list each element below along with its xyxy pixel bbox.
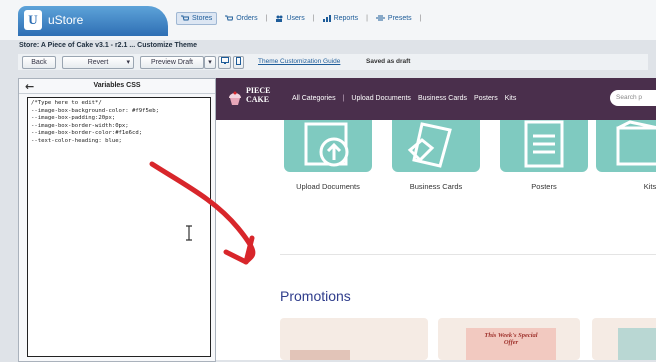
category-label-posters[interactable]: Posters [494, 182, 594, 191]
app-header: U uStore Stores Orders | Users | Reports… [0, 0, 656, 40]
section-divider [280, 254, 656, 255]
phone-icon [236, 57, 241, 65]
site-header: PIECE CAKE All Categories | Upload Docum… [216, 78, 656, 120]
business-card-icon [407, 122, 452, 168]
monitor-icon [220, 57, 229, 64]
site-logo[interactable]: PIECE CAKE [246, 86, 270, 104]
promotions-heading: Promotions [280, 288, 351, 304]
promo-image [618, 328, 656, 360]
site-search-input[interactable]: Search p [610, 90, 656, 106]
back-arrow-icon[interactable]: ← [25, 80, 34, 93]
chevron-down-icon: ▾ [126, 59, 130, 66]
save-status: Saved as draft [366, 58, 411, 65]
promo-line-2: Offer [503, 339, 519, 346]
variables-css-panel: Variables CSS ← /*Type here to edit*/ --… [18, 78, 216, 362]
breadcrumb: Store: A Piece of Cake v3.1 - r2.1 ... C… [19, 42, 198, 49]
promo-line-1: This Week's Special [484, 332, 538, 339]
desktop-view-button[interactable] [218, 56, 231, 69]
promo-image [290, 350, 350, 360]
cupcake-icon [229, 91, 241, 105]
nav-separator: | [342, 95, 345, 102]
nav-separator: | [366, 15, 368, 22]
nav-separator: | [419, 15, 422, 22]
logo-line-1: PIECE [246, 86, 271, 95]
toolbar: Back Revert ▾ Preview Draft ▾ Theme Cust… [18, 54, 648, 70]
category-label-kits[interactable]: Kits [600, 182, 656, 191]
theme-guide-link[interactable]: Theme Customization Guide [258, 58, 340, 65]
css-editor[interactable]: /*Type here to edit*/ --image-box-backgr… [27, 97, 211, 357]
app-logo-tab[interactable]: U uStore [18, 6, 168, 36]
promo-card[interactable] [592, 318, 656, 360]
nav-presets[interactable]: Presets [372, 13, 416, 24]
promo-offer-text: This Week's Special Offer [466, 332, 556, 346]
category-tile-posters[interactable] [500, 120, 588, 172]
nav-stores-label: Stores [192, 15, 213, 22]
main-nav: Stores Orders | Users | Reports | Preset… [176, 12, 421, 25]
users-icon [276, 15, 283, 22]
poster-icon [524, 120, 564, 168]
mobile-view-button[interactable] [233, 56, 244, 69]
cart-icon [181, 15, 189, 21]
site-nav-links: All Categories | Upload Documents Busine… [292, 95, 516, 102]
cart-icon [225, 15, 234, 21]
revert-label: Revert [87, 59, 109, 66]
upload-icon [304, 122, 349, 167]
preview-dropdown-button[interactable]: ▾ [204, 56, 216, 69]
category-label-business-cards[interactable]: Business Cards [386, 182, 486, 191]
nav-presets-label: Presets [387, 15, 412, 22]
nav-separator: | [312, 15, 315, 22]
panel-header: Variables CSS ← [19, 79, 215, 94]
chart-icon [322, 15, 331, 22]
category-tile-kits[interactable] [596, 120, 656, 172]
site-link-kits[interactable]: Kits [505, 95, 517, 102]
site-link-posters[interactable]: Posters [474, 95, 498, 102]
revert-button[interactable]: Revert ▾ [62, 56, 134, 69]
preset-icon [375, 15, 385, 21]
site-link-business-cards[interactable]: Business Cards [418, 95, 467, 102]
preview-draft-button[interactable]: Preview Draft [140, 56, 204, 69]
search-placeholder: Search p [616, 94, 643, 101]
category-label-upload[interactable]: Upload Documents [278, 182, 378, 191]
nav-reports[interactable]: Reports [319, 13, 363, 24]
nav-orders-label: Orders [236, 15, 258, 22]
nav-users[interactable]: Users [271, 13, 308, 24]
site-link-all-categories[interactable]: All Categories [292, 95, 336, 102]
nav-separator: | [265, 15, 268, 22]
text-cursor-icon [186, 225, 192, 241]
category-tile-business-cards[interactable] [392, 120, 480, 172]
nav-stores[interactable]: Stores [176, 12, 218, 25]
promo-card[interactable] [280, 318, 428, 360]
category-tile-upload[interactable] [284, 120, 372, 172]
nav-reports-label: Reports [333, 15, 359, 22]
ustore-logo-icon: U [24, 10, 42, 30]
kit-box-icon [616, 120, 656, 166]
chevron-down-icon: ▾ [208, 59, 212, 66]
back-button[interactable]: Back [22, 56, 56, 69]
app-brand: uStore [48, 13, 84, 27]
panel-title: Variables CSS [93, 82, 141, 89]
css-code[interactable]: /*Type here to edit*/ --image-box-backgr… [28, 98, 210, 148]
nav-orders[interactable]: Orders [221, 13, 261, 24]
site-link-upload-documents[interactable]: Upload Documents [351, 95, 411, 102]
logo-line-2: CAKE [246, 95, 270, 104]
promo-card[interactable]: This Week's Special Offer [438, 318, 580, 360]
store-preview: PIECE CAKE All Categories | Upload Docum… [216, 78, 656, 360]
nav-users-label: Users [286, 15, 305, 22]
